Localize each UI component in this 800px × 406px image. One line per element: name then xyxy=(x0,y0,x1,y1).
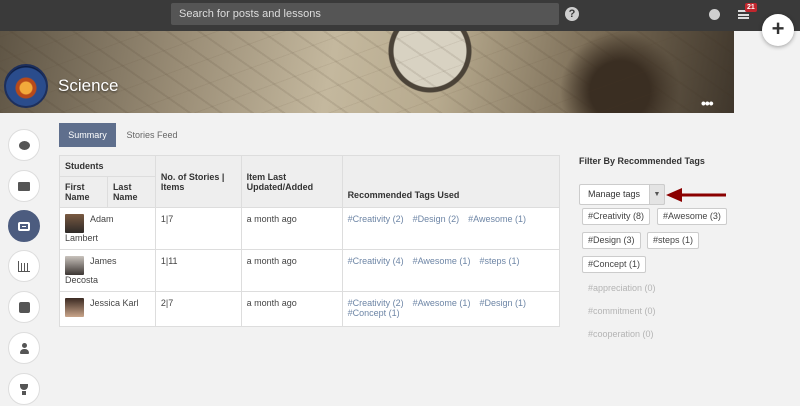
filter-tag-inactive: #commitment (0) xyxy=(588,306,656,316)
trophy-glyph xyxy=(19,383,29,395)
tag-link[interactable]: #Awesome (1) xyxy=(413,298,471,308)
help-icon[interactable]: ? xyxy=(565,7,579,21)
folder-icon[interactable] xyxy=(8,170,40,202)
annotation-arrow xyxy=(666,188,726,202)
stories-count: 1|11 xyxy=(154,249,242,292)
last-updated: a month ago xyxy=(240,249,343,292)
filter-title: Filter By Recommended Tags xyxy=(579,156,705,166)
tags-cell: #Creativity (4) #Awesome (1) #steps (1) xyxy=(341,249,561,292)
students-group-header: Students xyxy=(59,155,156,177)
stories-count: 1|7 xyxy=(154,207,242,250)
members-glyph xyxy=(19,342,29,354)
more-options-icon[interactable]: ••• xyxy=(701,95,714,111)
students-table: Students No. of Stories | Items Item Las… xyxy=(59,155,561,327)
filter-tag-inactive: #cooperation (0) xyxy=(588,329,654,339)
globe-icon[interactable] xyxy=(709,9,720,20)
trophy-icon[interactable] xyxy=(8,373,40,405)
chat-glyph xyxy=(18,140,30,150)
tag-link[interactable]: #steps (1) xyxy=(479,256,519,266)
space-title: Science xyxy=(58,76,119,95)
avatar xyxy=(65,256,84,275)
updated-header: Item Last Updated/Added xyxy=(240,155,343,208)
avatar xyxy=(65,214,84,233)
last-name: Karl xyxy=(122,298,139,308)
table-row[interactable]: Jessica Karl 2|7 a month ago #Creativity… xyxy=(59,291,561,327)
filter-tag-inactive: #appreciation (0) xyxy=(588,283,656,293)
first-name-header: First Name xyxy=(59,176,108,208)
plus-icon[interactable]: + xyxy=(762,14,794,46)
filter-tag-chip[interactable]: #Concept (1) xyxy=(582,256,647,273)
table-row[interactable]: James Decosta 1|11 a month ago #Creativi… xyxy=(59,249,561,292)
tags-cell: #Creativity (2) #Design (2) #Awesome (1) xyxy=(341,207,561,250)
first-name: James xyxy=(90,256,117,266)
last-updated: a month ago xyxy=(240,207,343,250)
chat-icon[interactable] xyxy=(8,129,40,161)
stories-icon[interactable] xyxy=(8,210,40,242)
tag-link[interactable]: #Creativity (2) xyxy=(348,214,404,224)
stories-count: 2|7 xyxy=(154,291,242,327)
tags-header: Recommended Tags Used xyxy=(341,155,561,208)
tags-cell: #Creativity (2) #Awesome (1) #Design (1) #C… xyxy=(341,291,561,327)
student-name-cell: Adam Lambert xyxy=(59,207,156,250)
filter-tag-chip[interactable]: #Creativity (8) xyxy=(582,208,651,225)
stories-glyph xyxy=(18,221,30,231)
filter-tag-chip[interactable]: #Awesome (3) xyxy=(657,208,727,225)
tab-summary[interactable]: Summary xyxy=(59,123,116,147)
student-name-cell: Jessica Karl xyxy=(59,291,156,327)
tag-link[interactable]: #Concept (1) xyxy=(348,308,400,318)
tag-link[interactable]: #Design (2) xyxy=(413,214,460,224)
folder-glyph xyxy=(18,181,30,191)
tag-link[interactable]: #Design (1) xyxy=(479,298,526,308)
student-name-cell: James Decosta xyxy=(59,249,156,292)
analytics-glyph xyxy=(18,260,30,272)
tab-stories-feed[interactable]: Stories Feed xyxy=(117,123,187,147)
notifications-badge: 21 xyxy=(745,3,757,12)
stories-header: No. of Stories | Items xyxy=(154,155,242,208)
filter-tag-chip[interactable]: #steps (1) xyxy=(647,232,700,249)
tag-link[interactable]: #Awesome (1) xyxy=(468,214,526,224)
space-logo xyxy=(4,64,48,108)
first-name: Jessica xyxy=(90,298,121,308)
tag-link[interactable]: #Awesome (1) xyxy=(413,256,471,266)
top-bar: Search for posts and lessons ? 21 xyxy=(0,0,800,31)
tag-link[interactable]: #Creativity (4) xyxy=(348,256,404,266)
tasks-icon[interactable] xyxy=(8,291,40,323)
last-updated: a month ago xyxy=(240,291,343,327)
analytics-icon[interactable] xyxy=(8,250,40,282)
tasks-glyph xyxy=(18,301,30,313)
space-banner xyxy=(0,31,734,113)
table-row[interactable]: Adam Lambert 1|7 a month ago #Creativity … xyxy=(59,207,561,250)
last-name-header: Last Name xyxy=(106,176,156,208)
tag-link[interactable]: #Creativity (2) xyxy=(348,298,404,308)
last-name: Decosta xyxy=(65,275,99,285)
members-icon[interactable] xyxy=(8,332,40,364)
last-name: Lambert xyxy=(65,233,99,243)
first-name: Adam xyxy=(90,214,114,224)
banner-texture xyxy=(0,31,734,113)
filter-tag-chip[interactable]: #Design (3) xyxy=(582,232,641,249)
avatar xyxy=(65,298,84,317)
search-input[interactable]: Search for posts and lessons xyxy=(171,3,559,25)
chevron-down-icon[interactable]: ▼ xyxy=(649,184,665,205)
